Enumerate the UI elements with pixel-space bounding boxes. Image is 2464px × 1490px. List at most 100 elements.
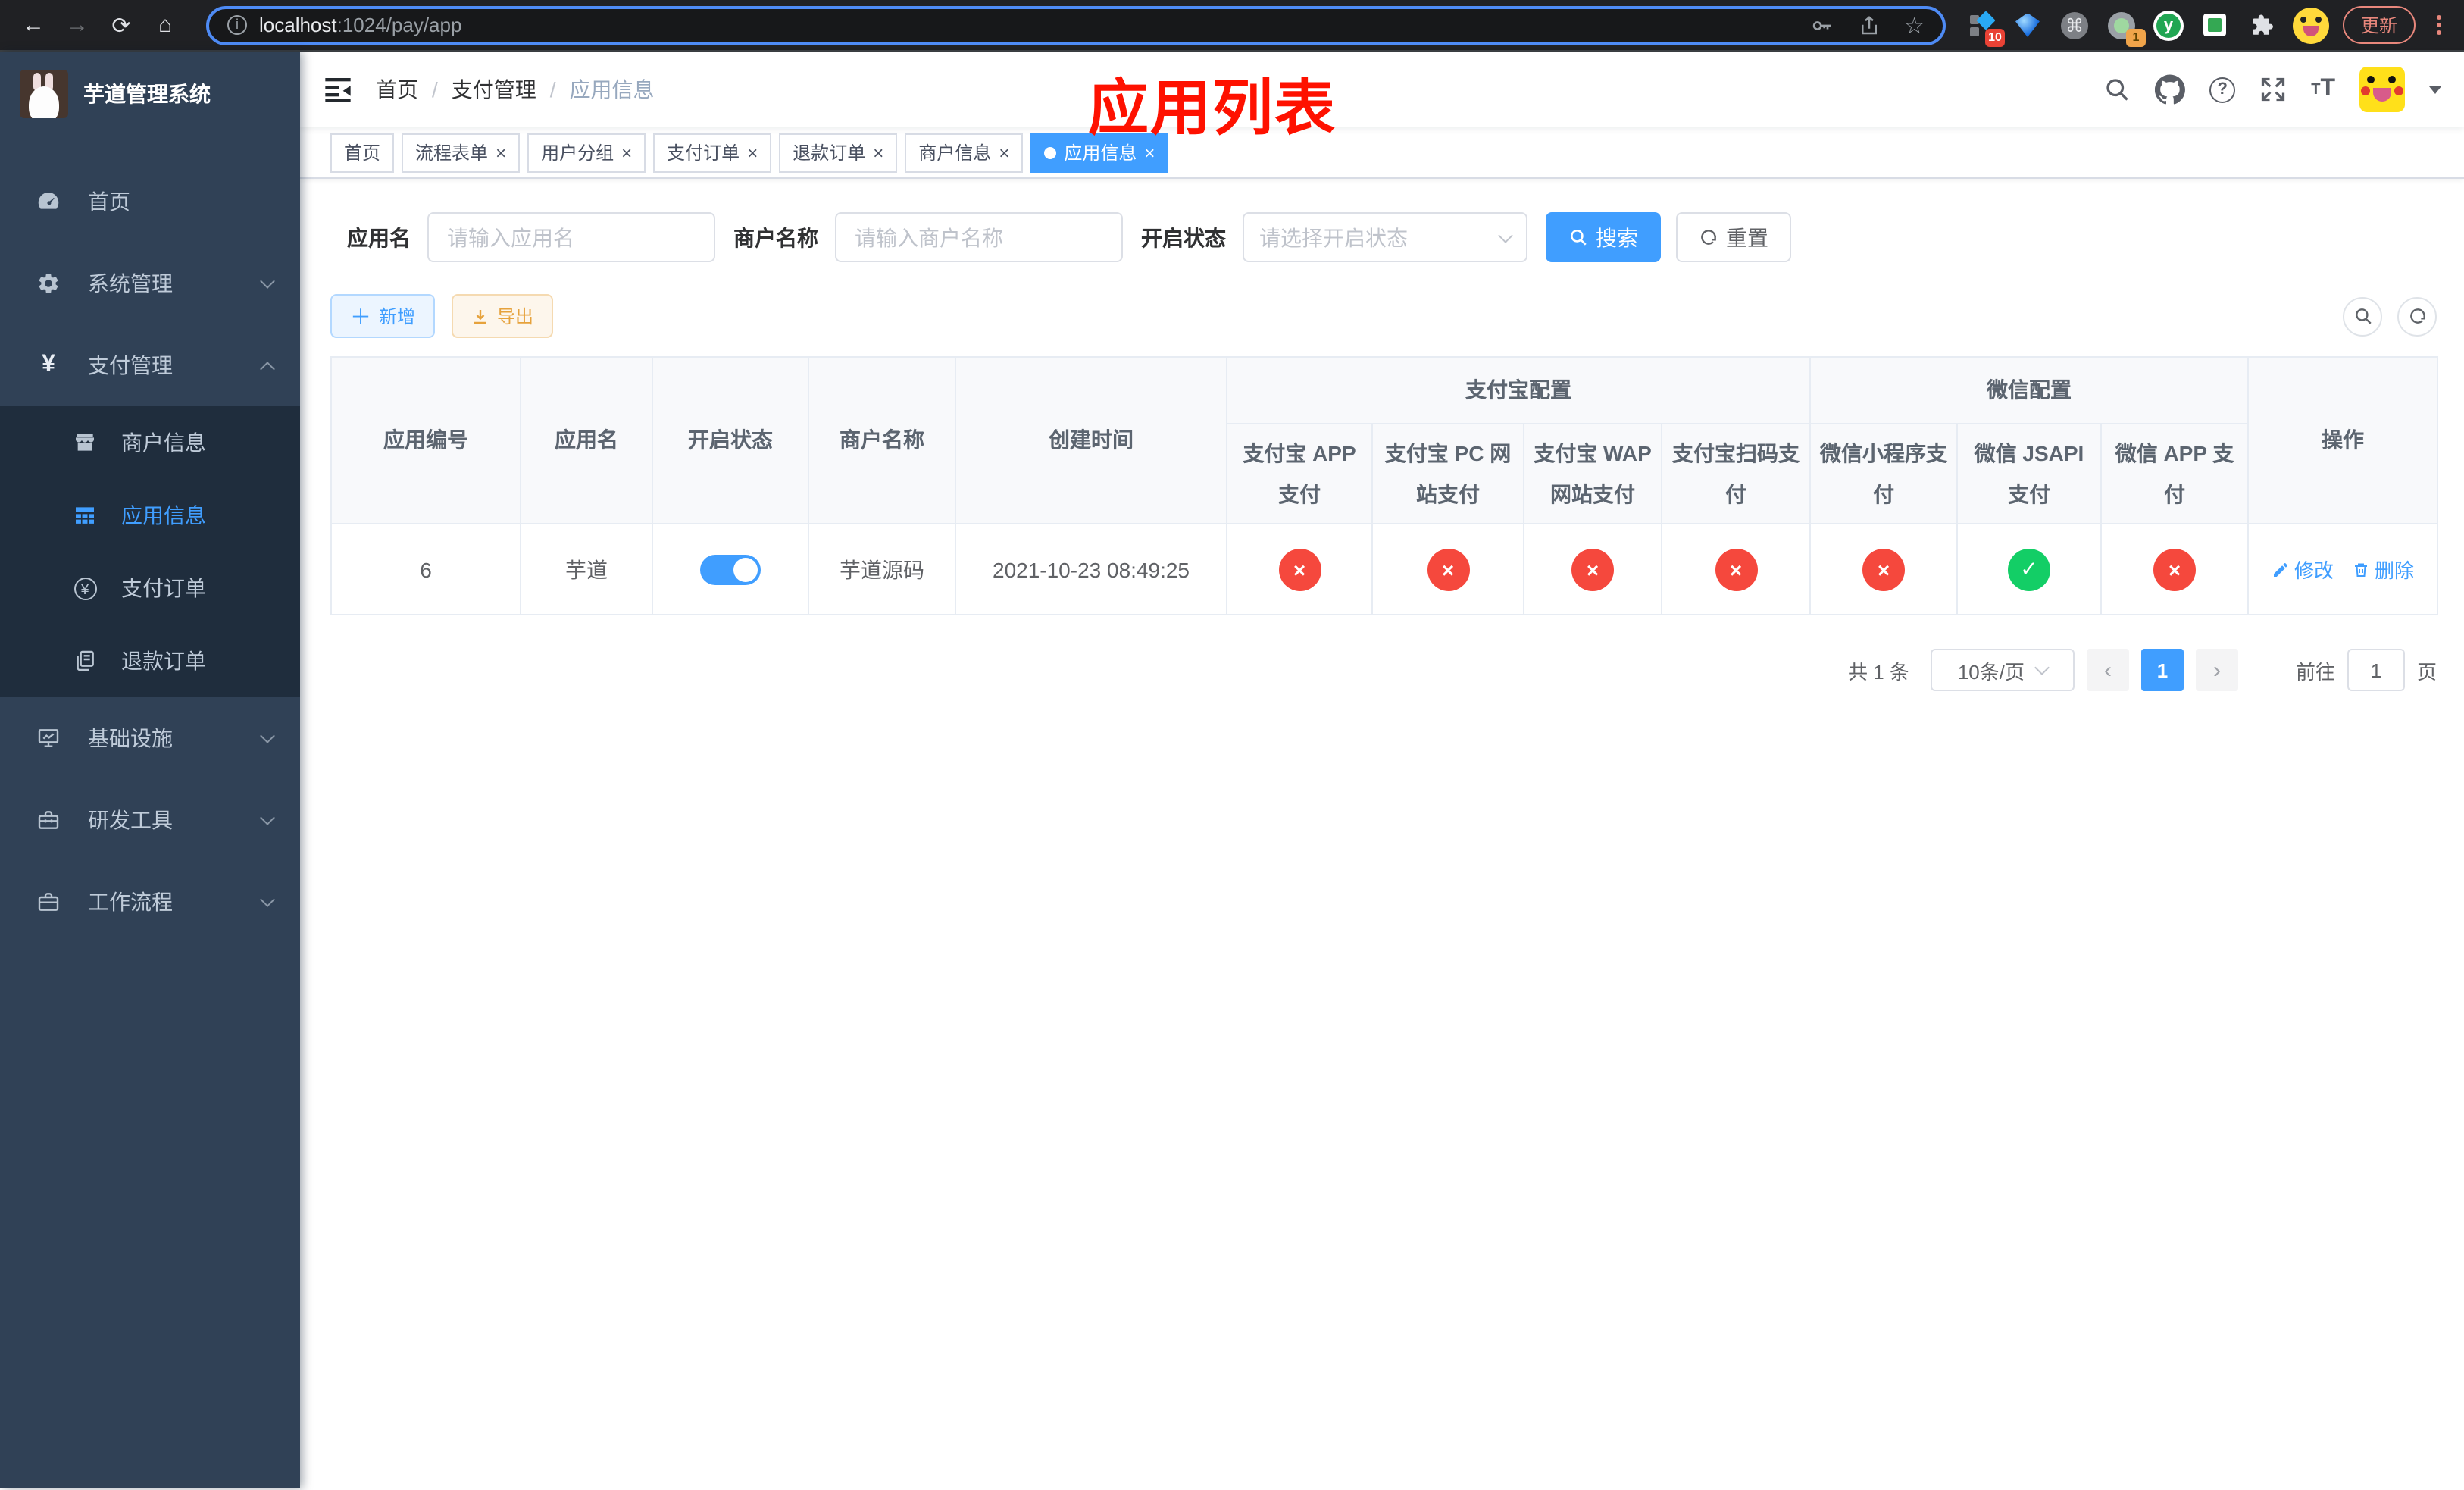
sidebar-item-app-info[interactable]: 应用信息: [0, 479, 300, 552]
cell-wx-lite: ×: [1809, 523, 1958, 615]
app-name-input[interactable]: [427, 212, 715, 262]
edit-button[interactable]: 修改: [2272, 555, 2334, 584]
browser-reload-button[interactable]: ⟳: [103, 7, 139, 43]
page-size-select[interactable]: 10条/页: [1930, 649, 2075, 691]
search-button[interactable]: 搜索: [1546, 212, 1661, 262]
browser-profile-avatar[interactable]: [2292, 7, 2329, 43]
top-navbar: 首页 / 支付管理 / 应用信息 ? T T: [300, 52, 2464, 127]
user-avatar[interactable]: [2359, 67, 2405, 112]
browser-forward-button[interactable]: →: [59, 7, 95, 43]
delete-button[interactable]: 删除: [2352, 555, 2414, 584]
browser-menu-icon[interactable]: [2428, 15, 2449, 35]
next-page-button[interactable]: ›: [2195, 649, 2238, 691]
search-icon[interactable]: [2103, 76, 2131, 103]
current-page-button[interactable]: 1: [2140, 649, 2184, 691]
sidebar-item-merchant-info[interactable]: 商户信息: [0, 406, 300, 479]
sidebar-item-label: 首页: [88, 189, 130, 214]
browser-back-button[interactable]: ←: [15, 7, 52, 43]
status-disabled-icon: ×: [2153, 548, 2196, 590]
extension-proxy-icon[interactable]: 1: [2105, 7, 2146, 46]
goto-page-input[interactable]: [2347, 649, 2405, 691]
storefront-icon: [67, 430, 103, 455]
merchant-name-label: 商户名称: [733, 225, 818, 249]
add-button[interactable]: ＋新增: [330, 294, 436, 338]
cell-wx-app: ×: [2100, 523, 2249, 615]
sidebar-item-home[interactable]: 首页: [0, 161, 300, 243]
tab-home[interactable]: 首页: [330, 133, 395, 172]
sidebar-item-pay-order[interactable]: ¥ 支付订单: [0, 552, 300, 624]
help-icon[interactable]: ?: [2209, 77, 2236, 102]
tab-refund-order[interactable]: 退款订单 ×: [779, 133, 898, 172]
toggle-search-button[interactable]: [2343, 296, 2382, 336]
tags-view: 首页 流程表单 × 用户分组 × 支付订单 × 退款订单 × 商户信息 × 应用信息 ×: [300, 127, 2464, 179]
sidebar-item-dev-tools[interactable]: 研发工具: [0, 779, 300, 861]
fullscreen-icon[interactable]: [2259, 76, 2287, 103]
sidebar-item-workflow[interactable]: 工作流程: [0, 861, 300, 943]
export-button[interactable]: 导出: [452, 294, 554, 338]
col-header-alipay-pc: 支付宝 PC 网站支付: [1371, 423, 1524, 524]
app-logo-row[interactable]: 芋道管理系统: [0, 52, 300, 136]
password-key-icon[interactable]: [1809, 13, 1833, 37]
breadcrumb-section: 支付管理: [451, 77, 536, 102]
close-icon[interactable]: ×: [621, 143, 632, 161]
enabled-toggle[interactable]: [700, 554, 761, 584]
browser-home-button[interactable]: ⌂: [147, 7, 183, 43]
bookmark-star-icon[interactable]: ☆: [1904, 11, 1925, 39]
status-select[interactable]: 请选择开启状态: [1243, 212, 1527, 262]
tab-user-group[interactable]: 用户分组 ×: [527, 133, 646, 172]
tab-pay-order[interactable]: 支付订单 ×: [653, 133, 772, 172]
font-size-icon[interactable]: TT: [2311, 76, 2335, 103]
extension-gem-icon[interactable]: [2011, 7, 2044, 43]
tab-process-form[interactable]: 流程表单 ×: [402, 133, 521, 172]
filter-form: 应用名 商户名称 开启状态 请选择开启状态 搜索 重置: [330, 212, 2437, 262]
col-header-alipay-qr: 支付宝扫码支付: [1661, 423, 1811, 524]
page-content: 应用名 商户名称 开启状态 请选择开启状态 搜索 重置: [300, 179, 2464, 1488]
pagination-total: 共 1 条: [1848, 660, 1909, 683]
refresh-button[interactable]: [2397, 296, 2437, 336]
sidebar-item-refund-order[interactable]: 退款订单: [0, 624, 300, 697]
close-icon[interactable]: ×: [999, 143, 1009, 161]
extension-command-icon[interactable]: ⌘: [2058, 7, 2091, 43]
dashboard-icon: [30, 189, 67, 214]
status-enabled-icon: ✓: [2008, 548, 2050, 590]
extension-badge: 1: [2125, 28, 2146, 46]
address-bar[interactable]: i localhost:1024/pay/app ☆: [206, 5, 1946, 45]
sidebar-item-system[interactable]: 系统管理: [0, 243, 300, 324]
extension-y-icon[interactable]: y: [2152, 7, 2185, 43]
breadcrumb-current: 应用信息: [569, 77, 655, 102]
yen-icon: ¥: [42, 352, 55, 377]
close-icon[interactable]: ×: [496, 143, 506, 161]
group-header-alipay: 支付宝配置: [1226, 356, 1811, 424]
sidebar-item-label: 系统管理: [88, 271, 173, 296]
tab-merchant-info[interactable]: 商户信息 ×: [905, 133, 1024, 172]
briefcase-icon: [30, 890, 67, 914]
breadcrumb-home[interactable]: 首页: [376, 74, 418, 105]
sidebar-item-label: 研发工具: [88, 808, 173, 832]
sidebar-item-label: 退款订单: [121, 649, 206, 673]
sidebar-item-payment[interactable]: ¥ 支付管理: [0, 324, 300, 406]
share-icon[interactable]: [1857, 13, 1880, 37]
sidebar-item-label: 应用信息: [121, 503, 206, 527]
col-header-created: 创建时间: [955, 356, 1227, 524]
user-menu-caret-icon[interactable]: [2429, 86, 2441, 93]
prev-page-button[interactable]: ‹: [2086, 649, 2129, 691]
extension-devtools-icon[interactable]: 10: [1964, 7, 2005, 46]
merchant-name-input[interactable]: [835, 212, 1123, 262]
app-table: 应用编号 应用名 开启状态 商户名称 创建时间 支付宝配置 微信配置 操作 支付…: [330, 356, 2438, 615]
extension-notes-icon[interactable]: [2199, 7, 2232, 43]
sidebar-item-label: 商户信息: [121, 430, 206, 455]
group-header-wechat: 微信配置: [1809, 356, 2249, 424]
chrome-update-button[interactable]: 更新: [2342, 6, 2416, 44]
sidebar-item-label: 支付管理: [88, 353, 173, 377]
reset-button[interactable]: 重置: [1676, 212, 1791, 262]
extensions-cluster: 10 ⌘ 1 y 更新: [1964, 6, 2449, 46]
cell-alipay-wap: ×: [1523, 523, 1662, 615]
github-icon[interactable]: [2155, 74, 2186, 105]
close-icon[interactable]: ×: [873, 143, 883, 161]
extensions-puzzle-icon[interactable]: [2246, 7, 2279, 43]
sidebar-menu: 首页 系统管理 ¥ 支付管理 商户信息 应用信息 ¥ 支付订单 退款订单 基础设…: [0, 161, 300, 943]
close-icon[interactable]: ×: [747, 143, 758, 161]
sidebar-toggle-icon[interactable]: [300, 74, 376, 105]
sidebar-item-infrastructure[interactable]: 基础设施: [0, 697, 300, 779]
page-info-icon[interactable]: i: [227, 15, 247, 35]
